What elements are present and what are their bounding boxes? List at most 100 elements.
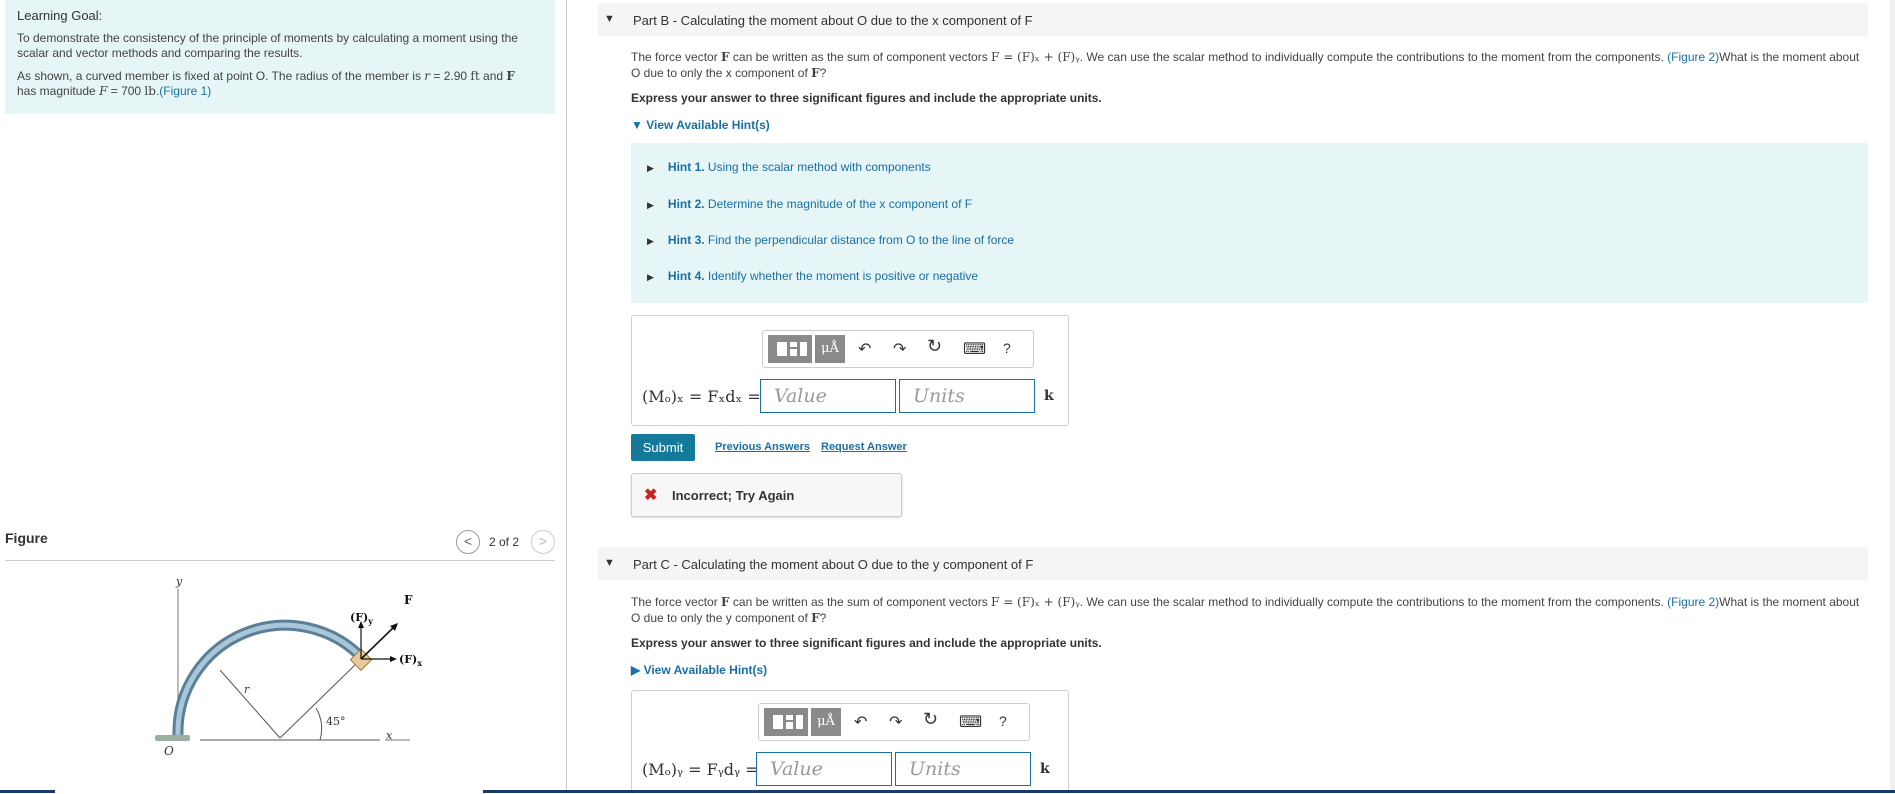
undo-icon[interactable]: ↶ (858, 339, 871, 359)
F-unit: lb (144, 84, 156, 98)
part-c-instructions: Express your answer to three significant… (631, 636, 1102, 650)
part-c-collapse-icon[interactable]: ▼ (604, 557, 615, 569)
question-mark: ? (819, 611, 827, 625)
hint-number: Hint 3. (667, 233, 705, 247)
hint-expand-icon: ▶ (647, 236, 654, 246)
component-equation: F = (F)ₓ + (F)ᵧ (991, 50, 1080, 64)
hint-text: Identify whether the moment is positive … (704, 269, 979, 283)
F-bold-2: F (811, 611, 820, 625)
template-square (773, 715, 783, 729)
hint-2[interactable]: ▶ Hint 2. Determine the magnitude of the … (647, 197, 972, 211)
moment-equation-label: (Mₒ)ᵧ = Fᵧdᵧ = (642, 760, 759, 779)
units-input[interactable]: Units (899, 379, 1035, 413)
hints-panel: ▶ Hint 1. Using the scalar method with co… (631, 143, 1868, 303)
units-input[interactable]: Units (895, 752, 1031, 786)
point-O-label: O (164, 744, 174, 758)
ground-support (155, 735, 190, 741)
force-F-arrow (360, 626, 395, 660)
unit-vector-k: k (1040, 761, 1050, 777)
hint-4[interactable]: ▶ Hint 4. Identify whether the moment is … (647, 269, 978, 283)
part-b-hints-toggle[interactable]: ▼ View Available Hint(s) (631, 118, 770, 132)
hint-3[interactable]: ▶ Hint 3. Find the perpendicular distance… (647, 233, 1014, 247)
question-text-2: can be written as the sum of component v… (729, 595, 992, 609)
hint-expand-icon: ▶ (647, 272, 654, 282)
figure-2-link[interactable]: (Figure 2) (1667, 595, 1719, 609)
hint-1[interactable]: ▶ Hint 1. Using the scalar method with co… (647, 160, 931, 174)
redo-icon[interactable]: ↷ (889, 712, 902, 732)
figure-header: Figure (5, 530, 48, 546)
template-square (777, 342, 787, 356)
templates-button[interactable] (764, 708, 808, 736)
hint-text: Find the perpendicular distance from O t… (704, 233, 1015, 247)
part-b-header[interactable]: ▼ Part B - Calculating the moment about … (598, 3, 1868, 36)
moment-equation-label: (Mₒ)ₓ = Fₓdₓ = (642, 387, 761, 406)
units-symbols-button[interactable]: μÅ (815, 335, 845, 363)
templates-button[interactable] (768, 335, 812, 363)
part-c-question: The force vector F can be written as the… (631, 594, 1861, 626)
question-text: The force vector (631, 50, 722, 64)
keyboard-icon[interactable]: ⌨ (959, 712, 982, 732)
component-equation: F = (F)ₓ + (F)ᵧ (991, 595, 1080, 609)
value-input[interactable]: Value (760, 379, 896, 413)
learning-goal-box: Learning Goal: To demonstrate the consis… (5, 0, 555, 114)
hint-text: Using the scalar method with components (704, 160, 931, 174)
previous-answers-link[interactable]: Previous Answers (715, 441, 810, 453)
reset-icon[interactable]: ↻ (927, 336, 942, 357)
part-b-answer-box: μÅ ↶ ↷ ↻ ⌨ ? (Mₒ)ₓ = Fₓdₓ = Value Units … (631, 315, 1069, 426)
part-c-header[interactable]: ▼ Part C - Calculating the moment about … (598, 547, 1868, 580)
F-value: = 700 (107, 84, 145, 98)
feedback-box: ✖ Incorrect; Try Again (631, 473, 902, 517)
figure-page-indicator: 2 of 2 (489, 535, 520, 549)
hint-expand-icon: ▶ (647, 163, 654, 173)
part-b-instructions: Express your answer to three significant… (631, 91, 1102, 105)
hint-expand-icon: ▶ (647, 200, 654, 210)
request-answer-link[interactable]: Request Answer (821, 441, 907, 453)
figure-1-link[interactable]: .(Figure 1) (156, 84, 211, 98)
x-axis-label: x (386, 729, 393, 742)
detail-pre: As shown, a curved member is fixed at po… (17, 69, 425, 83)
template-square (800, 342, 807, 356)
help-icon[interactable]: ? (1003, 340, 1011, 356)
incorrect-icon: ✖ (644, 487, 658, 504)
part-c-answer-box: μÅ ↶ ↷ ↻ ⌨ ? (Mₒ)ᵧ = Fᵧdᵧ = Value Units … (631, 690, 1069, 794)
keyboard-icon[interactable]: ⌨ (963, 339, 986, 359)
detail-mid: has magnitude (17, 84, 100, 98)
F-symbol: F (506, 69, 515, 83)
question-mark: ? (819, 66, 827, 80)
figure-prev-button[interactable]: < (456, 530, 480, 554)
figure-next-button[interactable]: > (531, 530, 555, 554)
template-square (786, 722, 793, 729)
template-square (790, 349, 797, 356)
figure-divider (5, 560, 555, 561)
question-text-2: can be written as the sum of component v… (729, 50, 992, 64)
F-bold: F (721, 50, 730, 64)
y-axis-label: y (175, 575, 183, 588)
redo-icon[interactable]: ↷ (893, 339, 906, 359)
question-text-3: . We can use the scalar method to indivi… (1079, 50, 1668, 64)
F-bold: F (721, 595, 730, 609)
math-toolbar: μÅ ↶ ↷ ↻ ⌨ ? (762, 330, 1034, 368)
figure-2-link[interactable]: (Figure 2) (1667, 50, 1719, 64)
force-Fy-label: (F)y (350, 611, 373, 626)
hint-number: Hint 4. (667, 269, 705, 283)
part-b-collapse-icon[interactable]: ▼ (604, 13, 615, 25)
undo-icon[interactable]: ↶ (854, 712, 867, 732)
question-text: The force vector (631, 595, 722, 609)
unit-vector-k: k (1044, 388, 1054, 404)
reset-icon[interactable]: ↻ (923, 709, 938, 730)
F-bold-2: F (811, 66, 820, 80)
force-F-label: F (404, 593, 413, 607)
feedback-text: Incorrect; Try Again (672, 488, 795, 503)
units-symbols-button[interactable]: μÅ (811, 708, 841, 736)
value-input[interactable]: Value (756, 752, 892, 786)
template-square (786, 715, 793, 720)
radius-label: r (244, 683, 250, 696)
part-c-title: Part C - Calculating the moment about O … (633, 557, 1034, 572)
part-c-hints-toggle[interactable]: ▶ View Available Hint(s) (631, 663, 767, 677)
part-b-title: Part B - Calculating the moment about O … (633, 13, 1033, 28)
help-icon[interactable]: ? (999, 713, 1007, 729)
vertical-scrollbar[interactable] (1890, 0, 1895, 790)
radius-line (219, 669, 281, 739)
panel-divider (566, 0, 567, 793)
submit-button[interactable]: Submit (631, 434, 695, 461)
